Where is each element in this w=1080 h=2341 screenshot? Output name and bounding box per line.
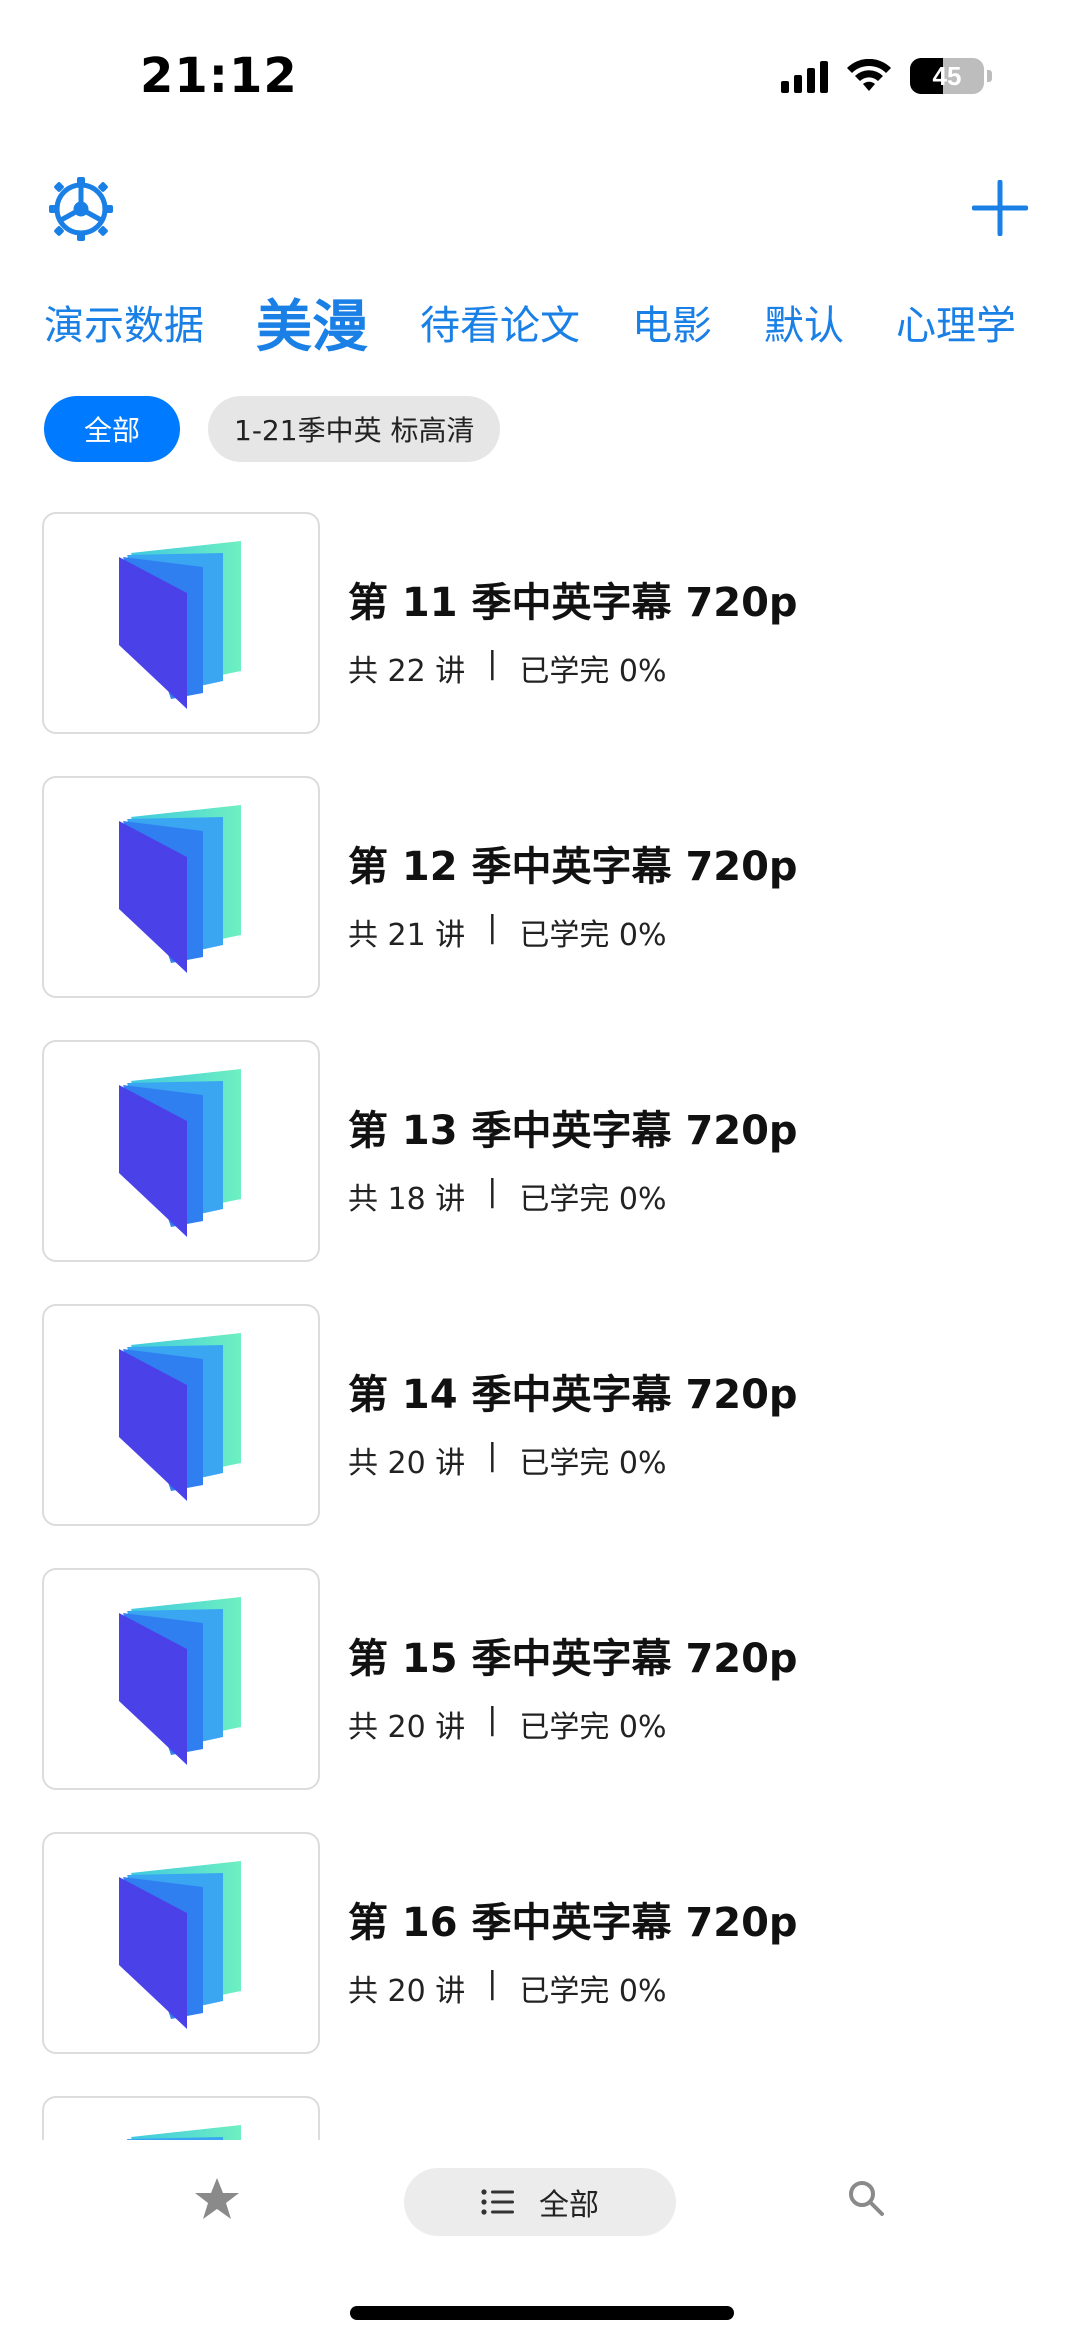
course-info: 第 11 季中英字幕 720p 共 22 讲 | 已学完 0%	[348, 512, 798, 690]
category-tabs: 演示数据 美漫 待看论文 电影 默认 心理学	[44, 282, 1054, 362]
wifi-icon	[847, 59, 891, 91]
filter-chip-all[interactable]: 全部	[44, 396, 181, 462]
book-icon	[119, 805, 241, 973]
tab-default[interactable]: 默认	[764, 293, 844, 351]
home-indicator	[350, 2306, 734, 2320]
course-progress: 已学完 0%	[519, 1446, 667, 1481]
app-screen: 21:12 45 演示数据 美漫 待看论文 电影 默认 心理学 全部 1-21季…	[0, 0, 1080, 2341]
book-icon	[119, 1597, 241, 1765]
course-thumbnail	[42, 1040, 320, 1262]
course-progress: 已学完 0%	[519, 1182, 667, 1217]
course-item[interactable]: 第 13 季中英字幕 720p 共 18 讲 | 已学完 0%	[42, 1040, 1042, 1304]
course-meta: 共 20 讲 | 已学完 0%	[348, 1966, 798, 2010]
course-list: 第 11 季中英字幕 720p 共 22 讲 | 已学完 0% 第 12 季中英…	[42, 512, 1042, 2144]
course-thumbnail	[42, 1832, 320, 2054]
course-meta: 共 20 讲 | 已学完 0%	[348, 1702, 798, 1746]
status-time: 21:12	[140, 48, 298, 104]
book-icon	[119, 1861, 241, 2029]
filter-chip-seasons[interactable]: 1-21季中英 标高清	[208, 396, 501, 462]
course-lesson-count: 共 20 讲	[348, 1974, 466, 2009]
course-progress: 已学完 0%	[519, 654, 667, 689]
book-icon	[119, 541, 241, 709]
tab-papers-to-read[interactable]: 待看论文	[420, 293, 580, 351]
course-thumbnail	[42, 776, 320, 998]
course-meta: 共 20 讲 | 已学完 0%	[348, 1438, 798, 1482]
plus-icon	[971, 179, 1029, 237]
search-button[interactable]	[846, 2178, 886, 2218]
bottom-bar: 全部	[0, 2140, 1080, 2260]
cellular-signal-icon	[781, 59, 828, 93]
course-meta: 共 21 讲 | 已学完 0%	[348, 910, 798, 954]
gear-icon	[49, 177, 113, 241]
course-info: 第 16 季中英字幕 720p 共 20 讲 | 已学完 0%	[348, 1832, 798, 2010]
favorites-button[interactable]	[194, 2176, 240, 2222]
course-info: 第 15 季中英字幕 720p 共 20 讲 | 已学完 0%	[348, 1568, 798, 1746]
meta-separator: |	[487, 1702, 498, 1737]
course-lesson-count: 共 21 讲	[348, 918, 466, 953]
meta-separator: |	[487, 1438, 498, 1473]
all-courses-button[interactable]: 全部	[404, 2168, 676, 2236]
course-thumbnail	[42, 1568, 320, 1790]
battery-icon: 45	[910, 58, 992, 94]
course-info: 第 12 季中英字幕 720p 共 21 讲 | 已学完 0%	[348, 776, 798, 954]
meta-separator: |	[487, 1174, 498, 1209]
meta-separator: |	[487, 646, 498, 681]
status-icons: 45	[781, 58, 992, 94]
course-item[interactable]: 第 12 季中英字幕 720p 共 21 讲 | 已学完 0%	[42, 776, 1042, 1040]
tab-psychology[interactable]: 心理学	[896, 293, 1016, 351]
tab-demo-data[interactable]: 演示数据	[44, 293, 204, 351]
course-item[interactable]: 第 16 季中英字幕 720p 共 20 讲 | 已学完 0%	[42, 1832, 1042, 2096]
course-lesson-count: 共 22 讲	[348, 654, 466, 689]
tab-american-comics[interactable]: 美漫	[256, 282, 368, 362]
course-thumbnail	[42, 512, 320, 734]
course-lesson-count: 共 20 讲	[348, 1446, 466, 1481]
course-title: 第 13 季中英字幕 720p	[348, 1108, 798, 1154]
course-item[interactable]: 第 15 季中英字幕 720p 共 20 讲 | 已学完 0%	[42, 1568, 1042, 1832]
course-progress: 已学完 0%	[519, 918, 667, 953]
battery-indicator: 45	[910, 58, 984, 94]
meta-separator: |	[487, 910, 498, 945]
course-title: 第 11 季中英字幕 720p	[348, 580, 798, 626]
course-title: 第 12 季中英字幕 720p	[348, 844, 798, 890]
course-thumbnail	[42, 2096, 320, 2144]
meta-separator: |	[487, 1966, 498, 2001]
tab-movies[interactable]: 电影	[632, 293, 712, 351]
search-icon	[849, 2181, 884, 2216]
battery-level: 45	[932, 60, 962, 91]
status-bar: 21:12 45	[0, 0, 1080, 150]
book-icon	[119, 1333, 241, 1501]
course-lesson-count: 共 18 讲	[348, 1182, 466, 1217]
course-meta: 共 18 讲 | 已学完 0%	[348, 1174, 798, 1218]
course-item[interactable]: 第 11 季中英字幕 720p 共 22 讲 | 已学完 0%	[42, 512, 1042, 776]
course-item[interactable]: 第 14 季中英字幕 720p 共 20 讲 | 已学完 0%	[42, 1304, 1042, 1568]
course-progress: 已学完 0%	[519, 1710, 667, 1745]
course-lesson-count: 共 20 讲	[348, 1710, 466, 1745]
filter-chips: 全部 1-21季中英 标高清	[44, 396, 501, 462]
star-icon	[195, 2178, 239, 2219]
all-courses-label: 全部	[539, 2188, 599, 2223]
course-title: 第 15 季中英字幕 720p	[348, 1636, 798, 1682]
book-icon	[119, 1069, 241, 1237]
course-info: 第 13 季中英字幕 720p 共 18 讲 | 已学完 0%	[348, 1040, 798, 1218]
course-title: 第 14 季中英字幕 720p	[348, 1372, 798, 1418]
course-meta: 共 22 讲 | 已学完 0%	[348, 646, 798, 690]
course-progress: 已学完 0%	[519, 1974, 667, 2009]
course-title: 第 16 季中英字幕 720p	[348, 1900, 798, 1946]
course-info: 第 14 季中英字幕 720p 共 20 讲 | 已学完 0%	[348, 1304, 798, 1482]
course-thumbnail	[42, 1304, 320, 1526]
list-icon	[481, 2189, 514, 2215]
course-item[interactable]	[42, 2096, 1042, 2144]
add-button[interactable]	[971, 179, 1029, 237]
settings-button[interactable]	[46, 174, 116, 244]
battery-cap	[987, 70, 992, 82]
